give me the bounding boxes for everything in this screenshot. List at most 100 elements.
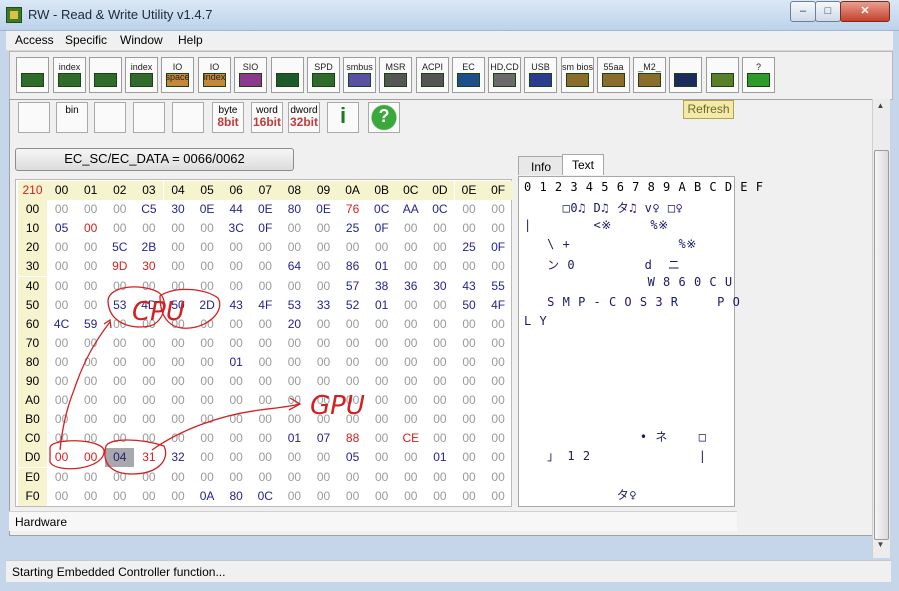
hex-cell[interactable]: C5 xyxy=(134,200,163,219)
hex-cell[interactable]: 00 xyxy=(455,410,484,429)
hex-cell[interactable]: 00 xyxy=(222,334,251,353)
hex-cell[interactable]: 00 xyxy=(47,372,76,391)
hex-cell[interactable]: 4D xyxy=(134,296,163,315)
hex-cell[interactable]: 00 xyxy=(105,200,134,219)
hex-cell[interactable]: 00 xyxy=(367,391,396,410)
pci-tool[interactable] xyxy=(16,57,49,93)
hex-cell[interactable]: 00 xyxy=(455,219,484,238)
hex-cell[interactable]: 00 xyxy=(105,468,134,487)
hex-cell[interactable]: 00 xyxy=(367,238,396,257)
hex-cell[interactable]: 00 xyxy=(76,391,105,410)
hex-cell[interactable]: 00 xyxy=(455,257,484,276)
memory-tool[interactable] xyxy=(89,57,122,93)
hex-cell[interactable]: 0C xyxy=(367,200,396,219)
hex-cell[interactable]: 86 xyxy=(338,257,367,276)
hex-cell[interactable]: 00 xyxy=(164,372,193,391)
hex-cell[interactable]: 00 xyxy=(222,372,251,391)
hex-cell[interactable]: 76 xyxy=(338,200,367,219)
io-space-tool[interactable]: IO space xyxy=(161,57,194,93)
hex-cell[interactable]: 00 xyxy=(164,410,193,429)
io-index-tool[interactable]: IO index xyxy=(198,57,231,93)
dword-tool[interactable]: dword 32bit xyxy=(288,102,320,133)
hex-cell[interactable]: 53 xyxy=(280,296,309,315)
hex-cell[interactable]: 04 xyxy=(105,448,135,468)
memory-index-tool[interactable]: index xyxy=(125,57,158,93)
hex-cell[interactable]: 00 xyxy=(105,372,134,391)
hex-cell[interactable]: 00 xyxy=(76,353,105,372)
hex-cell[interactable]: 00 xyxy=(484,353,513,372)
hex-cell[interactable]: 00 xyxy=(193,219,222,238)
hex-cell[interactable]: 00 xyxy=(164,391,193,410)
hex-cell[interactable]: 4F xyxy=(251,296,280,315)
tab-text[interactable]: Text xyxy=(562,154,604,175)
hex-cell[interactable]: 30 xyxy=(164,200,193,219)
hex-cell[interactable]: 00 xyxy=(134,315,163,334)
hex-cell[interactable]: 00 xyxy=(367,487,396,506)
hex-cell[interactable]: 00 xyxy=(484,429,513,448)
hex-cell[interactable]: 01 xyxy=(222,353,251,372)
hex-cell[interactable]: 00 xyxy=(425,296,454,315)
refresh-button[interactable]: Refresh xyxy=(683,100,734,119)
hex-cell[interactable]: 00 xyxy=(76,468,105,487)
hex-cell[interactable]: 00 xyxy=(396,448,425,467)
hex-cell[interactable]: 00 xyxy=(251,315,280,334)
hex-cell[interactable]: 00 xyxy=(47,277,76,296)
tab-info[interactable]: Info xyxy=(518,156,564,175)
hex-cell[interactable]: 00 xyxy=(105,487,134,506)
hex-cell[interactable]: 00 xyxy=(309,372,338,391)
hex-cell[interactable]: 00 xyxy=(309,391,338,410)
hex-cell[interactable]: 00 xyxy=(484,372,513,391)
menu-window[interactable]: Window xyxy=(120,33,163,47)
m2-tool[interactable]: _M2_ xyxy=(633,57,666,93)
hex-cell[interactable]: 00 xyxy=(425,487,454,506)
hex-cell[interactable]: 00 xyxy=(164,429,193,448)
hex-cell[interactable]: 00 xyxy=(280,391,309,410)
hex-cell[interactable]: 00 xyxy=(425,429,454,448)
sio-tool[interactable]: SIO xyxy=(234,57,267,93)
hex-cell[interactable]: 64 xyxy=(280,257,309,276)
hex-cell[interactable]: 00 xyxy=(396,334,425,353)
hex-cell[interactable]: 00 xyxy=(47,410,76,429)
hex-cell[interactable]: 33 xyxy=(309,296,338,315)
hex-cell[interactable]: 32 xyxy=(164,448,193,467)
hex-cell[interactable]: 38 xyxy=(367,277,396,296)
hex-cell[interactable]: 05 xyxy=(338,448,367,467)
hex-cell[interactable]: 00 xyxy=(47,200,76,219)
table-tool[interactable] xyxy=(172,102,204,133)
minimize-button[interactable]: – xyxy=(790,1,816,22)
hex-cell[interactable]: 00 xyxy=(425,372,454,391)
hex-cell[interactable]: 00 xyxy=(396,219,425,238)
hex-cell[interactable]: 00 xyxy=(309,315,338,334)
hex-cell[interactable]: 00 xyxy=(309,448,338,467)
hex-cell[interactable]: 00 xyxy=(134,219,163,238)
hex-cell[interactable]: 00 xyxy=(251,238,280,257)
hex-cell[interactable]: 00 xyxy=(47,334,76,353)
hex-cell[interactable]: 00 xyxy=(76,296,105,315)
hex-cell[interactable]: 00 xyxy=(309,468,338,487)
hex-cell[interactable]: 00 xyxy=(105,353,134,372)
hex-cell[interactable]: 00 xyxy=(193,257,222,276)
hex-cell[interactable]: 05 xyxy=(47,219,76,238)
hex-cell[interactable]: 4C xyxy=(47,315,76,334)
find-tool[interactable] xyxy=(133,102,165,133)
hex-cell[interactable]: 30 xyxy=(425,277,454,296)
hex-cell[interactable]: 00 xyxy=(105,410,134,429)
hex-cell[interactable]: 50 xyxy=(164,296,193,315)
hex-cell[interactable]: 0C xyxy=(251,487,280,506)
hex-cell[interactable]: 0F xyxy=(367,219,396,238)
hex-cell[interactable]: 00 xyxy=(484,448,513,467)
hex-cell[interactable]: 00 xyxy=(222,410,251,429)
menu-specific[interactable]: Specific xyxy=(65,33,107,47)
hex-cell[interactable]: 00 xyxy=(251,448,280,467)
hex-cell[interactable]: 00 xyxy=(280,487,309,506)
hex-cell[interactable]: 00 xyxy=(193,448,222,467)
scroll-up-icon[interactable]: ▲ xyxy=(874,101,887,115)
hex-cell[interactable]: 00 xyxy=(76,410,105,429)
hex-cell[interactable]: 00 xyxy=(76,200,105,219)
hex-cell[interactable]: 00 xyxy=(396,391,425,410)
hex-cell[interactable]: 00 xyxy=(105,429,134,448)
hex-cell[interactable]: 00 xyxy=(455,353,484,372)
hex-cell[interactable]: 00 xyxy=(338,487,367,506)
hex-cell[interactable]: 01 xyxy=(367,296,396,315)
hex-cell[interactable]: 00 xyxy=(47,257,76,276)
